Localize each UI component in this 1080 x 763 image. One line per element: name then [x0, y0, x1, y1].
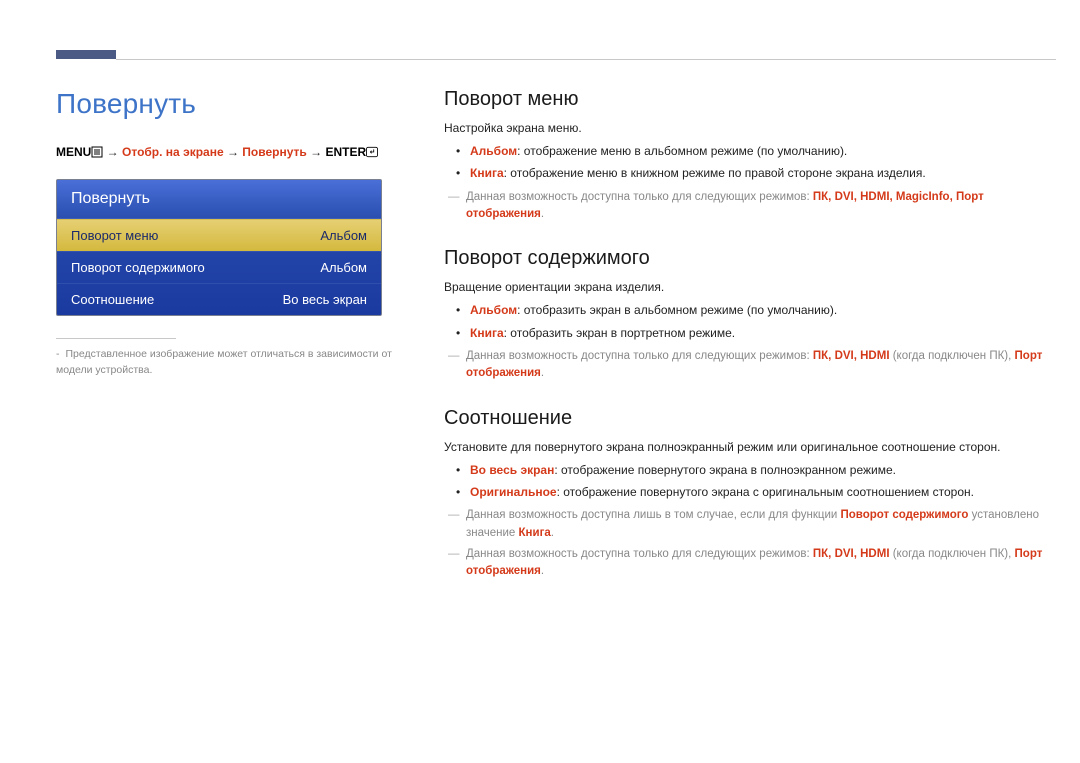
osd-row-label: Поворот меню	[71, 228, 158, 243]
list-item: Книга: отобразить экран в портретном реж…	[460, 325, 1056, 342]
breadcrumb-arrow-3: →	[307, 145, 326, 159]
section-ratio: Соотношение Установите для повернутого э…	[444, 407, 1056, 581]
bullet-term: Альбом	[470, 144, 517, 158]
right-column: Поворот меню Настройка экрана меню. Альб…	[444, 88, 1056, 743]
bullet-list: Во весь экран: отображение повернутого э…	[444, 462, 1056, 502]
bullet-text: : отображение повернутого экрана в полно…	[554, 463, 896, 477]
list-item: Книга: отображение меню в книжном режиме…	[460, 165, 1056, 182]
page: Повернуть MENU → Отобр. на экране → Пове…	[0, 0, 1080, 763]
content-area: Повернуть MENU → Отобр. на экране → Пове…	[56, 88, 1056, 743]
osd-row-value: Альбом	[320, 260, 367, 275]
note-1: Данная возможность доступна лишь в том с…	[444, 507, 1056, 542]
bullet-text: : отобразить экран в альбомном режиме (п…	[517, 303, 837, 317]
list-item: Альбом: отобразить экран в альбомном реж…	[460, 302, 1056, 319]
note-suffix: .	[551, 527, 554, 539]
note-suffix: .	[541, 367, 544, 379]
osd-title: Повернуть	[57, 180, 381, 219]
osd-row-ratio[interactable]: Соотношение Во весь экран	[57, 283, 381, 315]
bullet-text: : отображение повернутого экрана с ориги…	[557, 485, 974, 499]
note-term-2: Книга	[519, 527, 551, 539]
page-title: Повернуть	[56, 88, 416, 120]
bullet-text: : отображение меню в книжном режиме по п…	[504, 166, 926, 180]
header-bar	[0, 0, 1080, 62]
breadcrumb-menu-label: MENU	[56, 145, 91, 159]
note: Данная возможность доступна только для с…	[444, 348, 1056, 383]
osd-row-label: Соотношение	[71, 292, 154, 307]
note-prefix: Данная возможность доступна лишь в том с…	[466, 509, 841, 521]
note-prefix: Данная возможность доступна только для с…	[466, 548, 813, 560]
section-menu-rotate: Поворот меню Настройка экрана меню. Альб…	[444, 88, 1056, 223]
breadcrumb-arrow-2: →	[224, 145, 243, 159]
header-accent	[56, 50, 116, 59]
breadcrumb-part-2: Повернуть	[242, 145, 307, 159]
note-2: Данная возможность доступна только для с…	[444, 546, 1056, 581]
section-desc: Установите для повернутого экрана полноэ…	[444, 440, 1056, 454]
list-item: Во весь экран: отображение повернутого э…	[460, 462, 1056, 479]
note-modes: ПК, DVI, HDMI	[813, 350, 890, 362]
note-suffix: .	[541, 208, 544, 220]
note-suffix: .	[541, 565, 544, 577]
note-prefix: Данная возможность доступна только для с…	[466, 350, 813, 362]
bullet-list: Альбом: отображение меню в альбомном реж…	[444, 143, 1056, 183]
menu-icon	[91, 146, 103, 163]
bullet-list: Альбом: отобразить экран в альбомном реж…	[444, 302, 1056, 342]
enter-icon	[366, 146, 378, 163]
bullet-text: : отображение меню в альбомном режиме (п…	[517, 144, 847, 158]
osd-row-menu-rotate[interactable]: Поворот меню Альбом	[57, 219, 381, 251]
list-item: Оригинальное: отображение повернутого эк…	[460, 484, 1056, 501]
note-mid: (когда подключен ПК),	[890, 350, 1015, 362]
section-content-rotate: Поворот содержимого Вращение ориентации …	[444, 247, 1056, 382]
left-footnote: Представленное изображение может отличат…	[56, 347, 416, 379]
breadcrumb-part-1: Отобр. на экране	[122, 145, 224, 159]
breadcrumb-enter-label: ENTER	[325, 145, 366, 159]
breadcrumb: MENU → Отобр. на экране → Повернуть → EN…	[56, 144, 416, 163]
note-mid: (когда подключен ПК),	[890, 548, 1015, 560]
bullet-text: : отобразить экран в портретном режиме.	[504, 326, 736, 340]
breadcrumb-arrow-1: →	[103, 145, 122, 159]
bullet-term: Книга	[470, 326, 504, 340]
section-heading: Соотношение	[444, 407, 1056, 430]
section-heading: Поворот содержимого	[444, 247, 1056, 270]
left-column: Повернуть MENU → Отобр. на экране → Пове…	[56, 88, 444, 743]
osd-row-value: Во весь экран	[283, 292, 367, 307]
bullet-term: Во весь экран	[470, 463, 554, 477]
bullet-term: Книга	[470, 166, 504, 180]
osd-row-content-rotate[interactable]: Поворот содержимого Альбом	[57, 251, 381, 283]
note: Данная возможность доступна только для с…	[444, 189, 1056, 224]
bullet-term: Оригинальное	[470, 485, 557, 499]
note-modes: ПК, DVI, HDMI	[813, 548, 890, 560]
note-prefix: Данная возможность доступна только для с…	[466, 191, 813, 203]
section-desc: Вращение ориентации экрана изделия.	[444, 280, 1056, 294]
footnote-divider	[56, 338, 176, 339]
list-item: Альбом: отображение меню в альбомном реж…	[460, 143, 1056, 160]
note-term: Поворот содержимого	[841, 509, 969, 521]
bullet-term: Альбом	[470, 303, 517, 317]
osd-row-value: Альбом	[320, 228, 367, 243]
header-divider	[116, 59, 1056, 60]
section-heading: Поворот меню	[444, 88, 1056, 111]
section-desc: Настройка экрана меню.	[444, 121, 1056, 135]
osd-row-label: Поворот содержимого	[71, 260, 205, 275]
osd-panel: Повернуть Поворот меню Альбом Поворот со…	[56, 179, 382, 316]
